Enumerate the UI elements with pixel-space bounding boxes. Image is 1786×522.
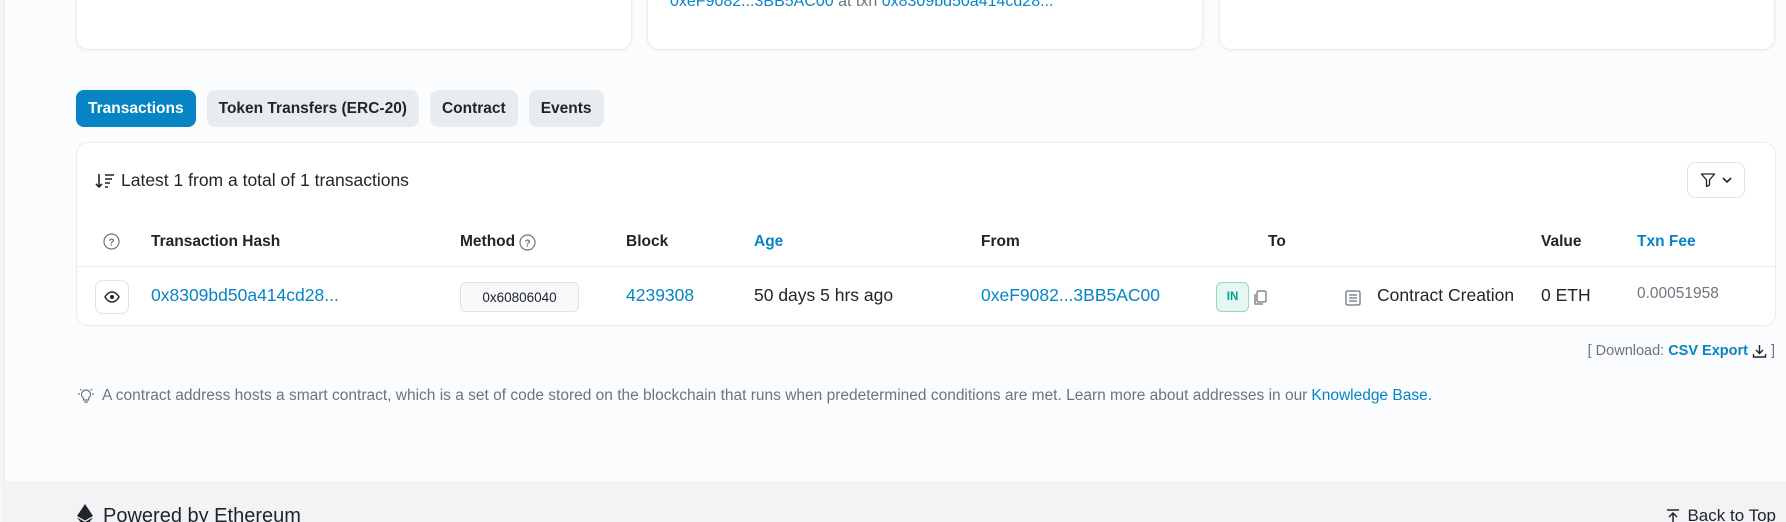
creator-txn-link[interactable]: 0x8309bd50a414cd28... [882,0,1054,10]
more-info-card: 0xeF9082...3BB5AC00 at txn 0x8309bd50a41… [647,0,1203,50]
header-method-label: Method [460,233,516,250]
header-transaction-hash: Transaction Hash [151,233,281,250]
to-contract-creation: Contract Creation [1377,285,1515,305]
view-details-button[interactable] [95,280,129,314]
table-summary-text: Latest 1 from a total of 1 transactions [121,170,409,190]
arrow-up-icon [1667,509,1680,522]
header-value: Value [1541,233,1582,250]
transactions-table-card: Latest 1 from a total of 1 transactions … [76,142,1776,326]
ethereum-icon [77,504,93,522]
question-icon[interactable]: ? [519,233,536,251]
direction-badge: IN [1216,282,1249,312]
from-address-link[interactable]: 0xeF9082...3BB5AC00 [981,285,1160,306]
csv-export-link[interactable]: CSV Export [1668,343,1748,359]
header-age-toggle[interactable]: Age [754,233,783,251]
powered-by: Powered by Ethereum [75,503,301,522]
filter-button[interactable] [1687,162,1745,198]
method-badge: 0x60806040 [460,282,579,312]
age-value: 50 days 5 hrs ago [754,285,894,305]
back-to-top-link[interactable]: Back to Top [1665,506,1776,522]
download-line: [ Download: CSV Export ] [1588,343,1775,359]
header-txn-fee-toggle[interactable]: Txn Fee [1637,233,1696,251]
value-amount: 0 ETH [1541,285,1591,305]
block-link[interactable]: 4239308 [626,285,694,306]
sort-desc-icon [95,173,114,188]
footer: Powered by Ethereum Back to Top [5,481,1786,522]
tab-bar: Transactions Token Transfers (ERC-20) Co… [76,90,604,127]
txn-fee-amount: 0.00051958 [1637,285,1719,302]
txn-hash-link[interactable]: 0x8309bd50a414cd28... [151,285,339,306]
back-to-top-text: Back to Top [1687,506,1776,522]
row-divider [77,266,1775,267]
at-txn-label: at txn [838,0,878,10]
powered-by-text: Powered by Ethereum [103,504,301,522]
tab-contract[interactable]: Contract [429,90,518,127]
copy-icon[interactable] [1251,289,1269,307]
header-method: Method ? [460,233,536,251]
tab-transactions[interactable]: Transactions [76,90,196,127]
contract-icon [1345,290,1361,306]
lightbulb-icon [78,388,94,403]
svg-text:?: ? [108,238,114,249]
header-to: To [1268,233,1286,250]
filter-icon [1700,173,1716,188]
left-rule [0,0,5,522]
knowledge-base-link[interactable]: Knowledge Base. [1311,387,1432,405]
eye-icon [104,291,120,303]
creator-address-link[interactable]: 0xeF9082...3BB5AC00 [670,0,834,10]
question-icon: ? [103,233,120,250]
table-summary: Latest 1 from a total of 1 transactions [95,170,409,191]
download-suffix: ] [1770,343,1775,359]
info-note: A contract address hosts a smart contrac… [76,387,1432,405]
svg-text:?: ? [525,238,531,249]
multichain-card [1219,0,1775,50]
chevron-down-icon [1722,177,1732,184]
tab-events[interactable]: Events [528,90,604,127]
header-help[interactable]: ? [103,233,120,250]
overview-card [76,0,632,50]
creator-line: 0xeF9082...3BB5AC00 at txn 0x8309bd50a41… [670,0,1053,11]
download-prefix: [ Download: [1587,343,1665,359]
tab-token-transfers[interactable]: Token Transfers (ERC-20) [206,90,419,127]
header-from: From [981,233,1020,250]
info-text: A contract address hosts a smart contrac… [102,387,1308,404]
header-block: Block [626,233,669,250]
download-icon[interactable] [1752,344,1767,359]
